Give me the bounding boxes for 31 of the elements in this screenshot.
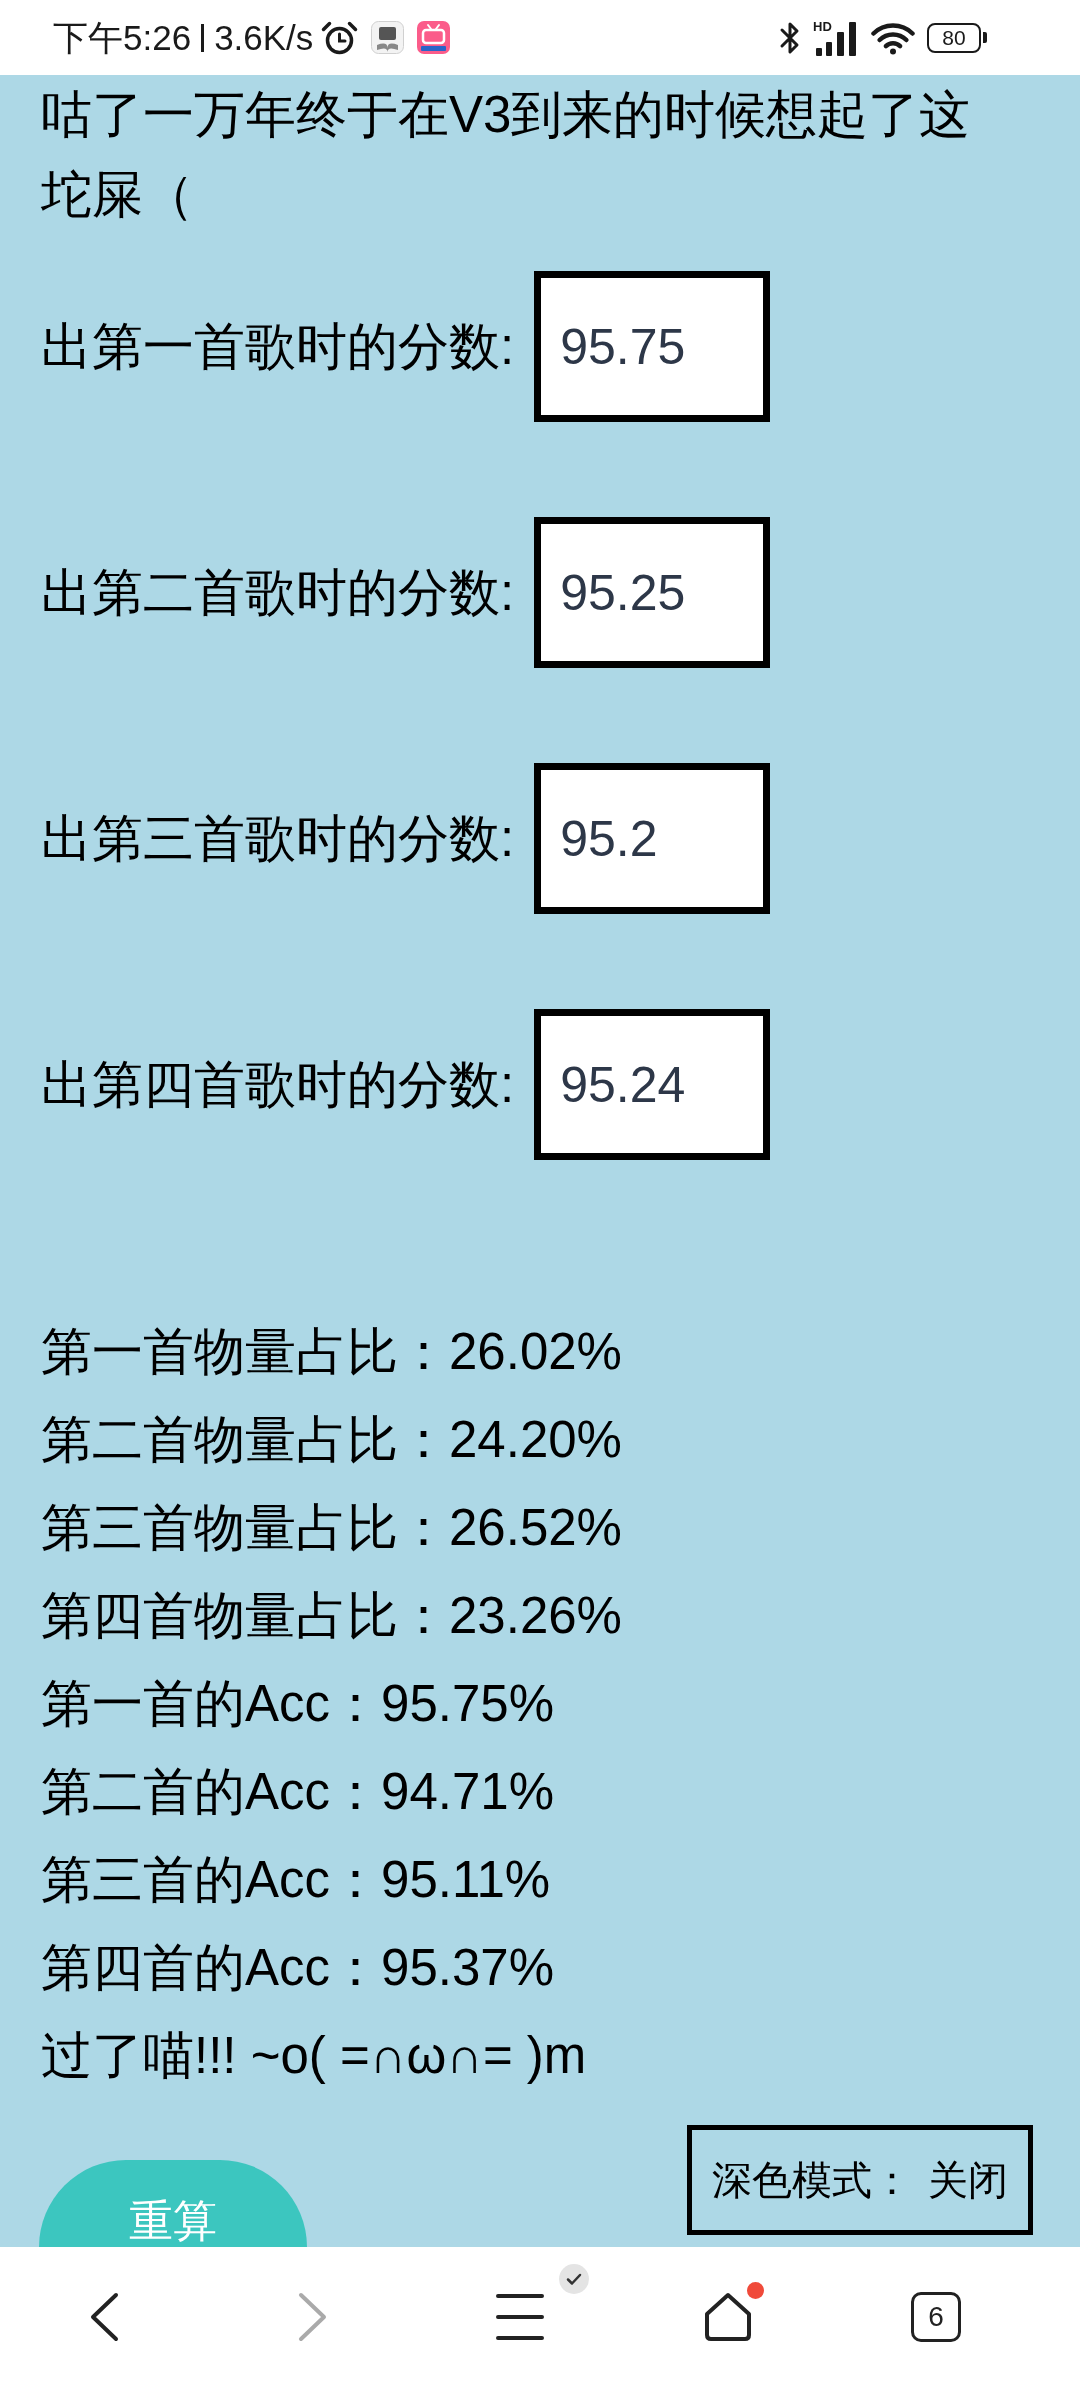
score-label: 出第四首歌时的分数:: [41, 1059, 515, 1110]
tab-count-button[interactable]: 6: [911, 2292, 961, 2342]
score-input[interactable]: 95.24: [534, 1009, 771, 1160]
result-line: 第二首的Acc：94.71%: [41, 1762, 554, 1822]
home-icon[interactable]: [703, 2292, 753, 2342]
result-line: 第三首物量占比：26.52%: [41, 1498, 622, 1558]
menu-icon[interactable]: [496, 2292, 544, 2342]
score-label: 出第一首歌时的分数:: [41, 321, 515, 372]
result-line: 第二首物量占比：24.20%: [41, 1410, 622, 1470]
book-app-icon: [371, 21, 405, 54]
result-line: 第一首的Acc：95.75%: [41, 1674, 554, 1734]
alarm-clock-icon: [321, 20, 359, 55]
wifi-icon: [871, 20, 915, 55]
score-label: 出第二首歌时的分数:: [41, 567, 515, 618]
verdict-text: 过了喵!!! ~o( =∩ω∩= )m: [41, 2026, 587, 2086]
battery-indicator: 80: [927, 22, 987, 53]
result-line: 第四首的Acc：95.37%: [41, 1938, 554, 1998]
score-input[interactable]: 95.25: [534, 517, 771, 668]
tv-app-icon: [417, 21, 451, 54]
result-line: 第一首物量占比：26.02%: [41, 1322, 622, 1382]
signal-indicator: HD: [813, 19, 859, 56]
chevron-left-icon[interactable]: [89, 2292, 119, 2342]
dark-mode-toggle[interactable]: 深色模式： 关闭: [687, 2125, 1033, 2235]
status-time: 下午5:26: [53, 20, 192, 55]
result-line: 第三首的Acc：95.11%: [41, 1850, 551, 1910]
score-input[interactable]: 95.2: [534, 763, 771, 914]
intro-text: 咕了一万年终于在V3到来的时候想起了这坨屎（: [41, 85, 972, 225]
network-speed: 3.6K/s: [214, 20, 314, 55]
score-label: 出第三首歌时的分数:: [41, 813, 515, 864]
result-line: 第四首物量占比：23.26%: [41, 1586, 622, 1646]
score-input[interactable]: 95.75: [534, 271, 771, 422]
